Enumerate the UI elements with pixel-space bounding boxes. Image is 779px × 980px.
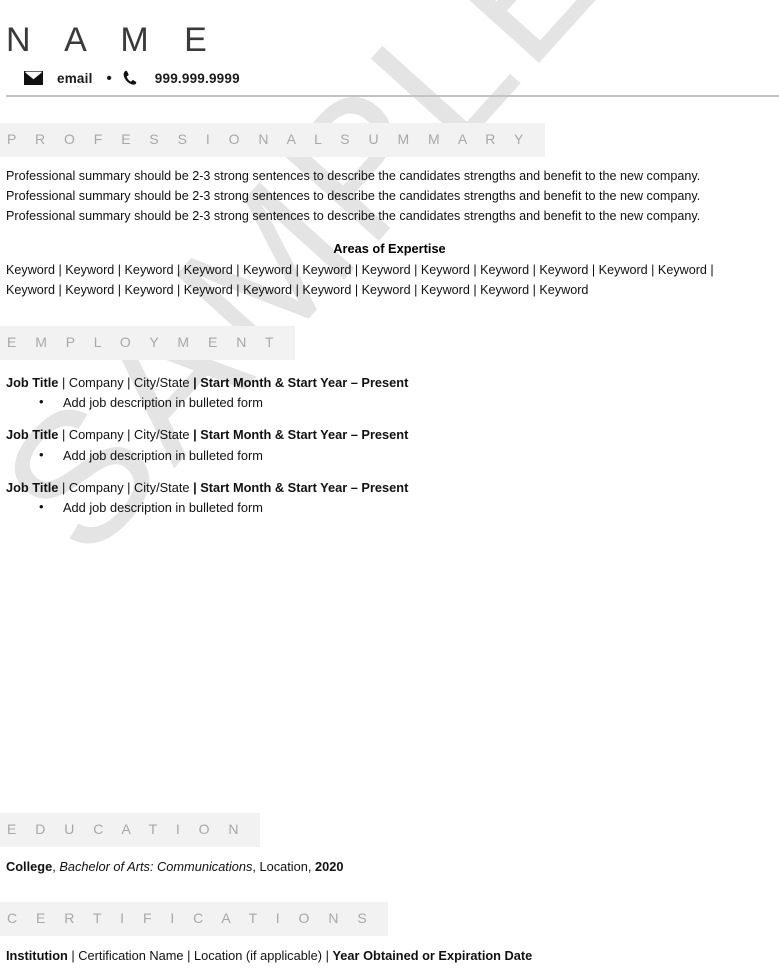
job-company: Company (68, 479, 124, 495)
education-entry: College, Bachelor of Arts: Communication… (0, 858, 779, 877)
pipe-separator: | (322, 947, 333, 963)
job-dates: Start Month & Start Year – Present (200, 427, 409, 443)
job-bullet: Add job description in bulleted form (6, 445, 779, 465)
resume-page: SAMPLE N A M E email • 999.999.9999 P R … (0, 0, 779, 980)
certification-name: Certification Name (78, 947, 184, 963)
pipe-separator: | (58, 427, 69, 443)
job-title: Job Title (6, 479, 59, 495)
section-title-professional-summary: P R O F E S S I O N A L S U M M A R Y (0, 123, 545, 157)
pipe-separator: | (123, 479, 135, 495)
job-bullet: Add job description in bulleted form (6, 392, 779, 412)
header-divider (6, 95, 779, 98)
section-education: E D U C A T I O N (0, 813, 779, 847)
education-location: Location (259, 858, 308, 874)
job-dates: Start Month & Start Year – Present (200, 479, 409, 495)
job-heading-line: Job Title | Company | City/State | Start… (6, 374, 779, 391)
employment-entry: Job Title | Company | City/State | Start… (0, 479, 779, 517)
professional-summary-text: Professional summary should be 2-3 stron… (6, 168, 701, 223)
email-label[interactable]: email (57, 71, 93, 86)
education-year: 2020 (314, 858, 344, 874)
job-company: Company (68, 427, 124, 443)
education-school: College (6, 858, 53, 874)
job-location: City/State (134, 479, 190, 495)
section-professional-summary: P R O F E S S I O N A L S U M M A R Y (0, 123, 779, 157)
job-bullet-list: Add job description in bulleted form (6, 497, 779, 517)
keywords-line-1: Keyword | Keyword | Keyword | Keyword | … (6, 262, 714, 277)
phone-icon (121, 69, 139, 87)
job-bullet: Add job description in bulleted form (6, 497, 779, 517)
candidate-name: N A M E (6, 21, 220, 59)
certification-institution: Institution (6, 947, 68, 963)
certification-location: Location (if applicable) (193, 947, 323, 963)
pipe-separator: | (123, 427, 135, 443)
section-title-education: E D U C A T I O N (0, 813, 261, 847)
certification-date: Year Obtained or Expiration Date (332, 947, 533, 963)
pipe-separator: | (123, 374, 135, 390)
pipe-separator: | (189, 374, 201, 390)
job-heading-line: Job Title | Company | City/State | Start… (6, 479, 779, 496)
contact-separator: • (106, 69, 112, 87)
resume-content: N A M E email • 999.999.9999 P R O F E S… (0, 0, 779, 980)
section-employment: E M P L O Y M E N T (0, 326, 779, 360)
section-title-certifications: C E R T I F I C A T I O N S (0, 902, 389, 936)
job-title: Job Title (6, 374, 59, 390)
job-heading-line: Job Title | Company | City/State | Start… (6, 426, 779, 443)
job-location: City/State (134, 427, 190, 443)
pipe-separator: | (58, 374, 69, 390)
certification-entry: Institution | Certification Name | Locat… (0, 947, 779, 966)
job-dates: Start Month & Start Year – Present (200, 374, 409, 390)
phone-number[interactable]: 999.999.9999 (155, 71, 240, 86)
header-block: N A M E email • 999.999.9999 (0, 0, 779, 98)
keywords-line-2: Keyword | Keyword | Keyword | Keyword | … (6, 282, 589, 297)
pipe-separator: | (58, 479, 69, 495)
envelope-icon (24, 71, 43, 86)
pipe-separator: | (67, 947, 79, 963)
job-company: Company (68, 374, 124, 390)
employment-entry: Job Title | Company | City/State | Start… (0, 374, 779, 412)
areas-of-expertise-title: Areas of Expertise (333, 240, 446, 256)
comma-separator: , (307, 858, 315, 874)
section-title-employment: E M P L O Y M E N T (0, 326, 295, 360)
section-certifications: C E R T I F I C A T I O N S (0, 902, 779, 936)
job-title: Job Title (6, 427, 59, 443)
employment-entry: Job Title | Company | City/State | Start… (0, 426, 779, 464)
education-degree: Bachelor of Arts: Communications (59, 858, 253, 874)
job-bullet-list: Add job description in bulleted form (6, 445, 779, 465)
pipe-separator: | (189, 479, 201, 495)
job-location: City/State (134, 374, 190, 390)
contact-row: email • 999.999.9999 (6, 69, 779, 87)
pipe-separator: | (189, 427, 201, 443)
job-bullet-list: Add job description in bulleted form (6, 392, 779, 412)
employment-blank-space (0, 517, 779, 813)
pipe-separator: | (183, 947, 194, 963)
